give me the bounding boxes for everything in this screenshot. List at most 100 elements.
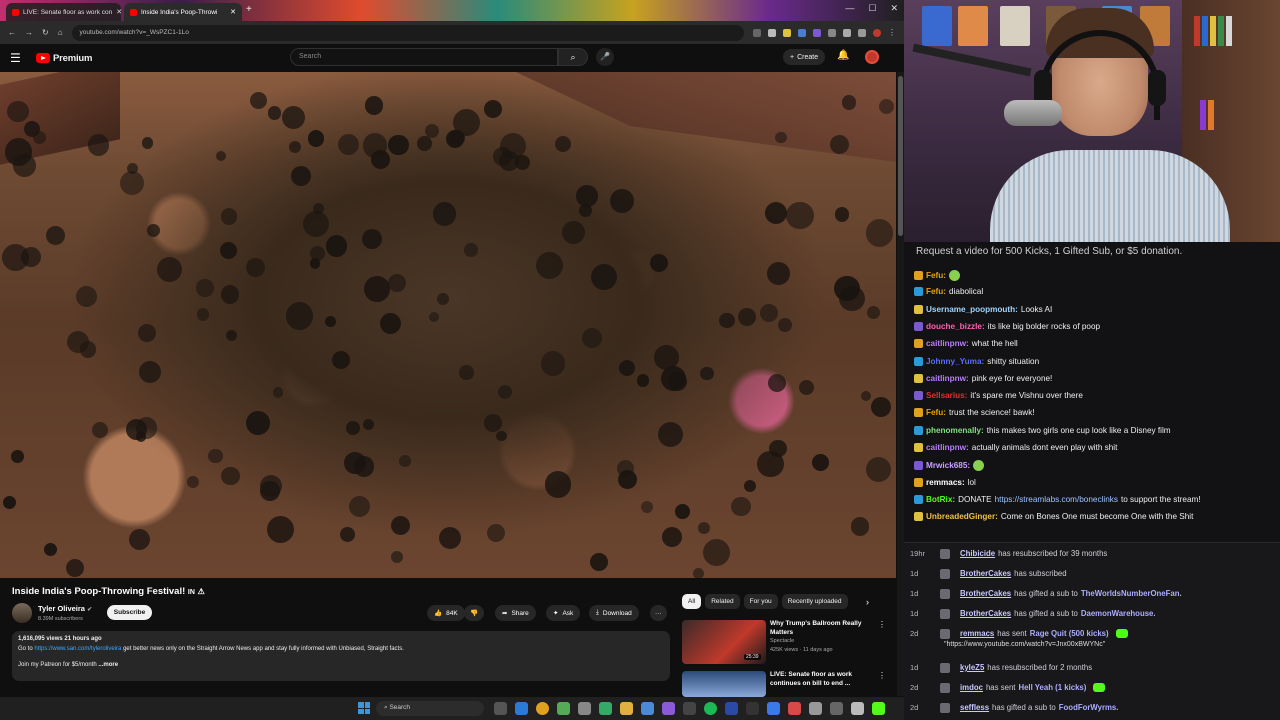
event-username[interactable]: BrotherCakes bbox=[960, 609, 1011, 618]
chat-username[interactable]: Fefu: bbox=[926, 408, 946, 417]
forward-icon[interactable]: → bbox=[25, 28, 33, 37]
spotify-icon[interactable] bbox=[704, 702, 717, 715]
new-tab-button[interactable]: + bbox=[246, 4, 252, 15]
chevron-right-icon[interactable]: › bbox=[866, 597, 869, 607]
chip-all[interactable]: All bbox=[682, 594, 702, 609]
more-actions-button[interactable]: ··· bbox=[650, 605, 667, 621]
video-thumbnail[interactable] bbox=[682, 671, 766, 697]
chat-username[interactable]: Fefu: bbox=[926, 287, 946, 296]
app-icon[interactable] bbox=[725, 702, 738, 715]
recommended-title[interactable]: Why Trump's Ballroom Really Matters bbox=[770, 620, 876, 637]
app-icon[interactable] bbox=[746, 702, 759, 715]
close-window-button[interactable]: ✕ bbox=[890, 3, 898, 14]
event-username[interactable]: imdoc bbox=[960, 683, 983, 692]
app-icon[interactable] bbox=[662, 702, 675, 715]
dislike-button[interactable]: 👎 bbox=[464, 605, 485, 621]
recommended-channel[interactable]: Spectacle bbox=[770, 638, 794, 644]
tab-poop-festival[interactable]: Inside India's Poop-Throwi ✕ bbox=[124, 3, 242, 21]
reload-icon[interactable]: ↻ bbox=[42, 28, 49, 37]
more-options-kebab-icon[interactable]: ⋮ bbox=[878, 620, 886, 629]
hamburger-menu-icon[interactable]: ☰ bbox=[10, 51, 28, 65]
event-username[interactable]: Chibicide bbox=[960, 549, 995, 558]
chat-username[interactable]: Mrwick685: bbox=[926, 461, 970, 470]
sponsor-link[interactable]: https://www.san.com/tyleroliveira bbox=[34, 646, 121, 652]
download-button[interactable]: ⤓ Download bbox=[589, 605, 639, 621]
share-button[interactable]: ➦ Share bbox=[495, 605, 536, 621]
app-icon[interactable] bbox=[809, 702, 822, 715]
extension-icon[interactable] bbox=[783, 28, 791, 37]
windows-start-icon[interactable] bbox=[358, 702, 370, 714]
tab-senate-live[interactable]: LIVE: Senate floor as work con ✕ bbox=[6, 3, 121, 21]
app-icon[interactable] bbox=[830, 702, 843, 715]
bookmark-star-icon[interactable] bbox=[768, 28, 776, 37]
menu-kebab-icon[interactable]: ⋮ bbox=[888, 28, 896, 37]
create-button[interactable]: + Create bbox=[783, 49, 826, 65]
chat-username[interactable]: Fefu: bbox=[926, 271, 946, 280]
close-tab-icon[interactable]: ✕ bbox=[116, 8, 121, 16]
chat-username[interactable]: remmacs: bbox=[926, 478, 965, 487]
subscribe-button[interactable]: Subscribe bbox=[107, 605, 152, 620]
event-username[interactable]: BrotherCakes bbox=[960, 569, 1011, 578]
home-icon[interactable]: ⌂ bbox=[58, 28, 63, 37]
event-username[interactable]: BrotherCakes bbox=[960, 589, 1011, 598]
file-explorer-icon[interactable] bbox=[620, 702, 633, 715]
obs-icon[interactable] bbox=[683, 702, 696, 715]
maximize-button[interactable]: ☐ bbox=[868, 3, 876, 14]
recommended-video[interactable]: LIVE: Senate floor as work continues on … bbox=[682, 671, 892, 697]
chat-username[interactable]: BotRix: bbox=[926, 495, 955, 504]
channel-avatar[interactable] bbox=[12, 603, 32, 623]
app-icon[interactable] bbox=[557, 702, 570, 715]
back-icon[interactable]: ← bbox=[8, 28, 16, 37]
extension-icon[interactable] bbox=[813, 28, 821, 37]
app-icon[interactable] bbox=[851, 702, 864, 715]
app-icon[interactable] bbox=[578, 702, 591, 715]
chip-for-you[interactable]: For you bbox=[743, 594, 778, 609]
account-avatar[interactable] bbox=[865, 50, 879, 64]
chat-username[interactable]: Johnny_Yuma: bbox=[926, 357, 984, 366]
chat-username[interactable]: phenomenally: bbox=[926, 426, 984, 435]
chat-username[interactable]: douche_bizzle: bbox=[926, 322, 985, 331]
search-input[interactable]: Search bbox=[290, 48, 558, 66]
like-button[interactable]: 👍 84K bbox=[427, 605, 465, 621]
minimize-button[interactable]: — bbox=[845, 3, 854, 14]
microphone-icon[interactable]: 🎤 bbox=[596, 48, 614, 66]
search-icon[interactable]: ⌕ bbox=[558, 48, 588, 66]
close-tab-icon[interactable]: ✕ bbox=[230, 8, 236, 16]
more-options-kebab-icon[interactable]: ⋮ bbox=[878, 671, 886, 680]
notifications-bell-icon[interactable]: 🔔 bbox=[837, 50, 849, 61]
description-box[interactable]: 1,616,095 views 21 hours ago Go to https… bbox=[12, 631, 670, 681]
chrome-icon[interactable] bbox=[536, 702, 549, 715]
puzzle-icon[interactable] bbox=[828, 28, 836, 37]
extension-icon[interactable] bbox=[798, 28, 806, 37]
chip-related[interactable]: Related bbox=[705, 594, 740, 609]
kick-icon[interactable] bbox=[872, 702, 885, 715]
chat-username[interactable]: Sellsarius: bbox=[926, 391, 967, 400]
youtube-logo[interactable]: Premium bbox=[36, 53, 92, 64]
chat-username[interactable]: caitlinpnw: bbox=[926, 374, 969, 383]
event-username[interactable]: seffless bbox=[960, 703, 989, 712]
chat-username[interactable]: caitlinpnw: bbox=[926, 443, 969, 452]
split-view-icon[interactable] bbox=[858, 28, 866, 37]
app-icon[interactable] bbox=[599, 702, 612, 715]
install-icon[interactable] bbox=[753, 28, 761, 37]
chat-username[interactable]: Username_poopmouth: bbox=[926, 305, 1018, 314]
recommended-title[interactable]: LIVE: Senate floor as work continues on … bbox=[770, 671, 876, 688]
taskbar-search-input[interactable]: ⌕ Search bbox=[376, 701, 484, 716]
url-field[interactable]: youtube.com/watch?v=_WsPZC1-1Lo bbox=[71, 24, 744, 41]
download-icon[interactable] bbox=[843, 28, 851, 37]
event-username[interactable]: remmacs bbox=[960, 629, 994, 638]
video-player[interactable] bbox=[0, 72, 896, 578]
edge-icon[interactable] bbox=[515, 702, 528, 715]
task-view-icon[interactable] bbox=[494, 702, 507, 715]
chat-link[interactable]: https://streamlabs.com/boneclinks bbox=[995, 495, 1118, 504]
profile-avatar-icon[interactable] bbox=[873, 28, 881, 37]
chip-recently-uploaded[interactable]: Recently uploaded bbox=[781, 594, 848, 609]
scrollbar-thumb[interactable] bbox=[898, 76, 903, 236]
channel-name[interactable]: Tyler Oliveira ✔ bbox=[38, 604, 92, 613]
show-more-link[interactable]: ...more bbox=[98, 662, 118, 668]
event-username[interactable]: kyleZ5 bbox=[960, 663, 984, 672]
recommended-video[interactable]: 25:39 Why Trump's Ballroom Really Matter… bbox=[682, 620, 892, 666]
chat-username[interactable]: caitlinpnw: bbox=[926, 339, 969, 348]
app-icon[interactable] bbox=[641, 702, 654, 715]
app-icon[interactable] bbox=[788, 702, 801, 715]
